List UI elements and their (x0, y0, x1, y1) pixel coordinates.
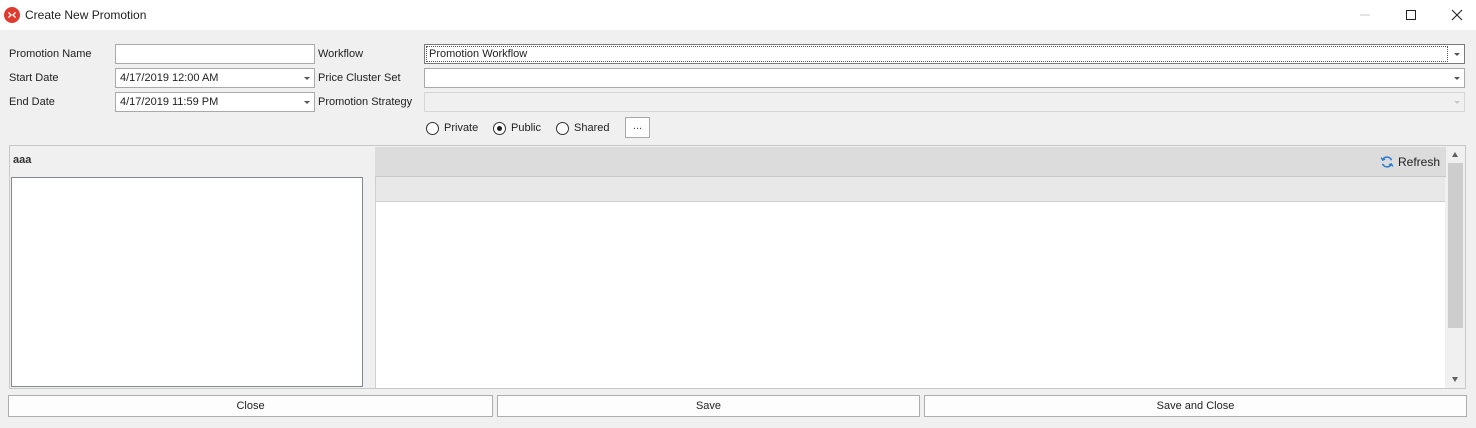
promotion-strategy-label: Promotion Strategy (318, 96, 413, 108)
start-date-label: Start Date (9, 72, 59, 84)
radio-circle (426, 122, 439, 135)
start-date-picker[interactable]: 4/17/2019 12:00 AM (115, 68, 315, 88)
radio-selected-dot (497, 126, 502, 131)
grid-toolbar: Refresh (375, 147, 1446, 177)
start-date-value: 4/17/2019 12:00 AM (120, 72, 219, 84)
chevron-down-icon (1454, 53, 1460, 56)
refresh-icon (1380, 156, 1394, 168)
window-title: Create New Promotion (25, 8, 147, 22)
radio-private[interactable]: Private (426, 121, 486, 137)
refresh-label: Refresh (1398, 155, 1441, 169)
end-date-label: End Date (9, 96, 55, 108)
refresh-button[interactable]: Refresh (1380, 154, 1441, 170)
close-circle-icon (4, 7, 20, 23)
price-cluster-set-select[interactable] (424, 68, 1465, 88)
minimize-button[interactable] (1342, 0, 1388, 30)
vertical-scrollbar[interactable] (1446, 146, 1465, 388)
chevron-down-icon (304, 101, 310, 104)
grid-body[interactable] (375, 202, 1445, 388)
grid-column-header (375, 177, 1445, 202)
radio-shared[interactable]: Shared (556, 121, 616, 137)
left-list-box[interactable] (11, 177, 363, 387)
close-window-button[interactable] (1434, 0, 1476, 30)
radio-public-label: Public (511, 122, 541, 134)
workflow-label: Workflow (318, 48, 364, 60)
chevron-down-icon (1454, 77, 1460, 80)
chevron-down-icon (1454, 101, 1460, 104)
price-cluster-set-label: Price Cluster Set (318, 72, 401, 84)
save-and-close-button[interactable]: Save and Close (924, 395, 1467, 417)
maximize-icon (1406, 10, 1416, 20)
more-options-button[interactable]: ... (625, 117, 650, 138)
promotion-name-label: Promotion Name (9, 48, 92, 60)
radio-circle (556, 122, 569, 135)
end-date-value: 4/17/2019 11:59 PM (120, 96, 219, 108)
close-button[interactable]: Close (8, 395, 493, 417)
workflow-select[interactable]: Promotion Workflow (424, 44, 1465, 64)
workflow-value: Promotion Workflow (429, 48, 528, 60)
chevron-down-icon (304, 77, 310, 80)
save-button[interactable]: Save (497, 395, 920, 417)
scroll-thumb[interactable] (1448, 163, 1463, 328)
left-panel-title: aaa (13, 154, 32, 166)
title-bar: Create New Promotion (0, 0, 1476, 30)
focus-rect (426, 46, 1448, 62)
minimize-icon (1360, 14, 1370, 16)
radio-shared-label: Shared (574, 122, 610, 134)
maximize-button[interactable] (1388, 0, 1434, 30)
end-date-picker[interactable]: 4/17/2019 11:59 PM (115, 92, 315, 112)
promotion-name-input[interactable] (115, 44, 315, 64)
radio-public[interactable]: Public (493, 121, 548, 137)
promotion-strategy-select (424, 92, 1465, 112)
scroll-down-icon[interactable] (1452, 377, 1458, 382)
radio-private-label: Private (444, 122, 479, 134)
close-icon (1451, 9, 1463, 21)
scroll-up-icon[interactable] (1452, 152, 1458, 157)
radio-circle (493, 122, 506, 135)
